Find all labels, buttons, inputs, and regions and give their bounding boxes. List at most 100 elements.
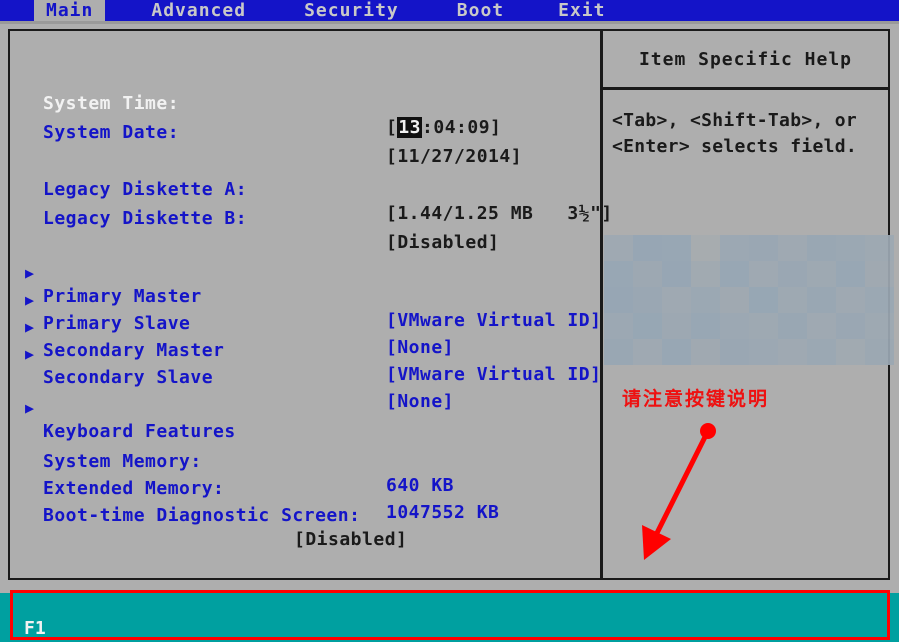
submenu-arrow-icon: ▶ <box>25 342 35 366</box>
mosaic-cell <box>778 287 807 313</box>
mosaic-cell <box>720 313 749 339</box>
function-key-row-2: Esc Exit ↔ Select Menu Enter Select ▶ Su… <box>0 618 65 642</box>
settings-list: System Time: [13:04:09] System Date: [11… <box>16 29 596 580</box>
mosaic-cell <box>778 261 807 287</box>
mosaic-cell <box>836 339 865 365</box>
item-specific-help-title: Item Specific Help <box>603 31 888 87</box>
mosaic-cell <box>662 235 691 261</box>
item-specific-help-body: <Tab>, <Shift-Tab>, or <Enter> selects f… <box>612 108 892 160</box>
mosaic-cell <box>633 339 662 365</box>
row-value-system-time[interactable]: [13:04:09] <box>386 116 501 140</box>
mosaic-cell <box>662 339 691 365</box>
row-primary-slave[interactable]: ▶ Primary Slave [None] <box>16 264 84 288</box>
mosaic-cell <box>807 261 836 287</box>
row-system-time[interactable]: System Time: [13:04:09] <box>16 68 84 92</box>
mosaic-cell <box>836 287 865 313</box>
mosaic-cell <box>836 261 865 287</box>
mosaic-cell <box>836 235 865 261</box>
row-value-primary-slave[interactable]: [None] <box>386 336 454 360</box>
row-value-boot-time-diagnostic-screen[interactable]: [Disabled] <box>294 528 407 552</box>
tab-advanced[interactable]: Advanced <box>139 0 258 22</box>
bios-setup-screen: Main Advanced Security Boot Exit System … <box>0 0 899 642</box>
tab-security[interactable]: Security <box>292 0 411 22</box>
function-key-bar: F1 Help ↑↓ Select Item -/+ Change Values… <box>0 593 899 642</box>
row-label-system-date: System Date: <box>43 121 179 145</box>
row-keyboard-features[interactable]: ▶ Keyboard Features <box>16 372 84 396</box>
annotation-chinese-note: 请注意按键说明 <box>622 384 769 411</box>
row-value-legacy-diskette-b[interactable]: [Disabled] <box>386 231 499 255</box>
help-body-line-2: <Enter> selects field. <box>612 136 857 157</box>
mosaic-cell <box>749 313 778 339</box>
mosaic-cell <box>691 339 720 365</box>
row-label-legacy-diskette-b: Legacy Diskette B: <box>43 207 247 231</box>
tab-main[interactable]: Main <box>34 0 105 22</box>
row-system-date[interactable]: System Date: [11/27/2014] <box>16 97 84 121</box>
mosaic-cell <box>604 287 633 313</box>
mosaic-cell <box>749 287 778 313</box>
row-boot-time-diagnostic-screen[interactable]: Boot-time Diagnostic Screen: [Disabled] <box>16 480 84 504</box>
row-value-secondary-master[interactable]: [VMware Virtual ID] <box>386 363 601 387</box>
mosaic-cell <box>836 313 865 339</box>
mosaic-cell <box>865 235 894 261</box>
mosaic-cell <box>604 235 633 261</box>
time-hour-highlight[interactable]: 13 <box>397 117 422 138</box>
mosaic-cell <box>720 339 749 365</box>
row-secondary-slave[interactable]: ▶ Secondary Slave [None] <box>16 318 84 342</box>
mosaic-cell <box>633 235 662 261</box>
mosaic-cell <box>749 261 778 287</box>
mosaic-cell <box>749 339 778 365</box>
mosaic-cell <box>691 261 720 287</box>
row-value-system-memory: 640 KB <box>386 474 454 498</box>
row-value-primary-master[interactable]: [VMware Virtual ID] <box>386 309 601 333</box>
mosaic-cell <box>778 313 807 339</box>
mosaic-cell <box>865 339 894 365</box>
row-value-extended-memory: 1047552 KB <box>386 501 499 525</box>
menu-tab-bar: Main Advanced Security Boot Exit <box>0 0 899 21</box>
mosaic-cell <box>604 339 633 365</box>
annotation-arrow-icon <box>620 415 750 575</box>
row-extended-memory: Extended Memory: 1047552 KB <box>16 453 84 477</box>
panel-vertical-divider <box>600 31 603 578</box>
row-value-secondary-slave[interactable]: [None] <box>386 390 454 414</box>
mosaic-cell <box>865 313 894 339</box>
help-body-line-1: <Tab>, <Shift-Tab>, or <box>612 110 857 131</box>
row-legacy-diskette-a[interactable]: Legacy Diskette A: [1.44/1.25 MB 3½"] <box>16 154 84 178</box>
mosaic-cell <box>865 261 894 287</box>
mosaic-cell <box>604 261 633 287</box>
mosaic-cell <box>691 235 720 261</box>
submenu-arrow-icon: ▶ <box>25 396 35 420</box>
mosaic-cell <box>865 287 894 313</box>
help-title-separator <box>603 87 888 90</box>
mosaic-cell <box>662 313 691 339</box>
mosaic-cell <box>633 287 662 313</box>
mosaic-cell <box>807 339 836 365</box>
mosaic-cell <box>720 287 749 313</box>
function-key-row-1: F1 Help ↑↓ Select Item -/+ Change Values… <box>0 593 65 617</box>
mosaic-cell <box>749 235 778 261</box>
mosaic-cell <box>807 235 836 261</box>
mosaic-cell <box>807 287 836 313</box>
mosaic-cell <box>604 313 633 339</box>
mosaic-cell <box>691 313 720 339</box>
mosaic-cell <box>720 235 749 261</box>
mosaic-cell <box>720 261 749 287</box>
mosaic-cell <box>633 313 662 339</box>
mosaic-cell <box>691 287 720 313</box>
row-system-memory: System Memory: 640 KB <box>16 426 84 450</box>
row-value-legacy-diskette-a[interactable]: [1.44/1.25 MB 3½"] <box>386 202 613 226</box>
tab-boot[interactable]: Boot <box>445 0 516 22</box>
tab-bar-underline <box>0 21 899 24</box>
mosaic-cell <box>778 339 807 365</box>
row-value-system-date[interactable]: [11/27/2014] <box>386 145 522 169</box>
row-label-boot-time-diagnostic-screen: Boot-time Diagnostic Screen: <box>43 504 360 528</box>
redacted-mosaic-block <box>604 235 894 365</box>
mosaic-cell <box>633 261 662 287</box>
tab-exit[interactable]: Exit <box>546 0 617 22</box>
row-primary-master[interactable]: ▶ Primary Master [VMware Virtual ID] <box>16 237 84 261</box>
mosaic-cell <box>662 261 691 287</box>
row-legacy-diskette-b[interactable]: Legacy Diskette B: [Disabled] <box>16 183 84 207</box>
mosaic-cell <box>662 287 691 313</box>
row-secondary-master[interactable]: ▶ Secondary Master [VMware Virtual ID] <box>16 291 84 315</box>
mosaic-cell <box>807 313 836 339</box>
mosaic-cell <box>778 235 807 261</box>
